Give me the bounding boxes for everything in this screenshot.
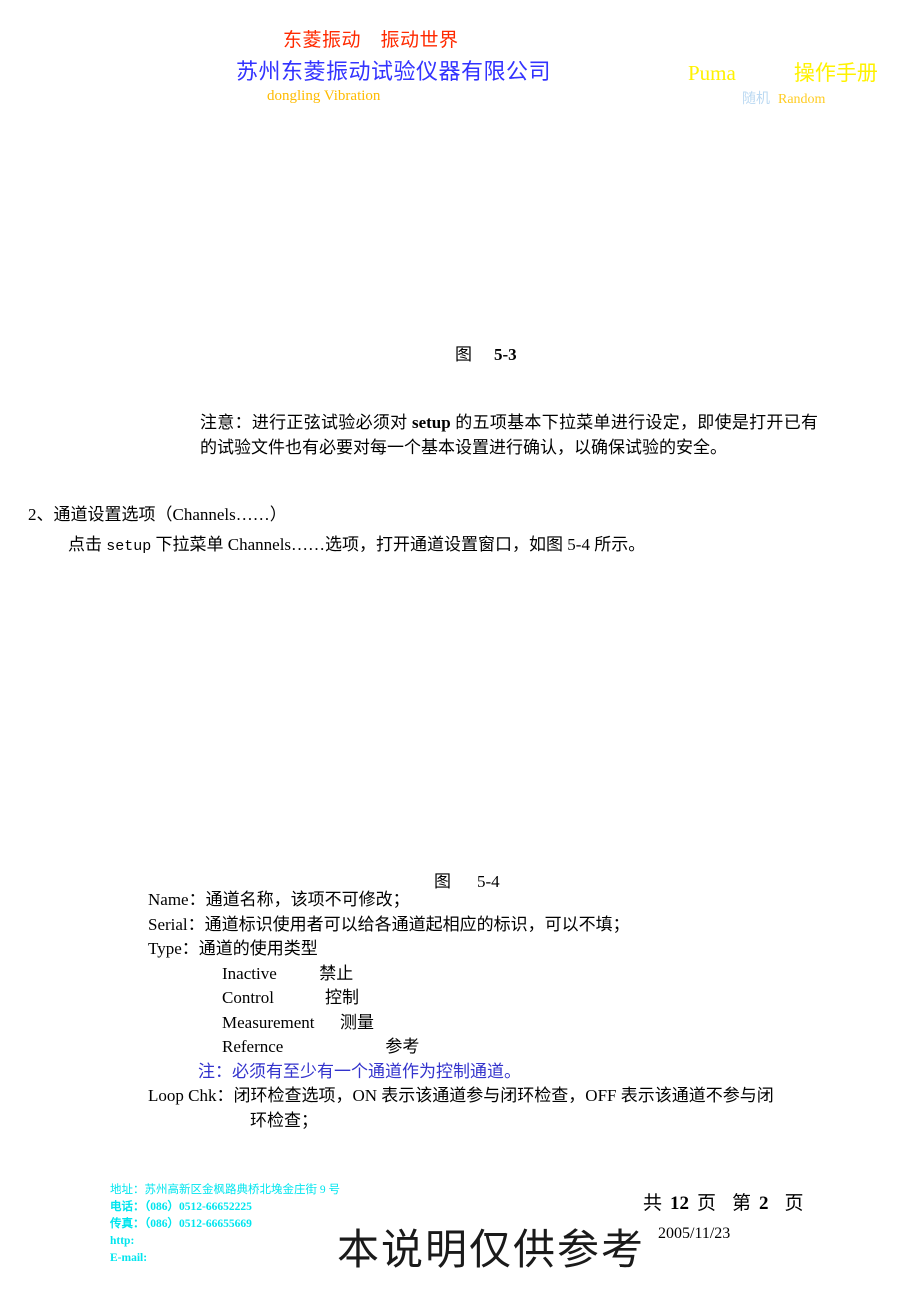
section-body-setup-keyword: setup: [106, 538, 152, 555]
figure-5-3-label: 图: [455, 345, 472, 364]
footer-page-numbering: 共 12 页第 2 页: [643, 1188, 804, 1215]
footer-watermark: 本说明仅供参考: [337, 1225, 646, 1274]
type-option-control: Control 控制: [222, 988, 359, 1007]
note-paragraph: 注意：进行正弦试验必须对 setup 的五项基本下拉菜单进行设定，即使是打开已有…: [200, 410, 818, 460]
section-body-middle: 下拉菜单: [151, 535, 228, 554]
definition-loop-chk-label: Loop Chk：: [148, 1086, 234, 1105]
footer-fax: 传真：（086）0512-66655669: [110, 1218, 252, 1230]
header-company-name-cn: 苏州东菱振动试验仪器有限公司: [236, 59, 552, 84]
definition-loop-chk-continued: 环检查；: [250, 1110, 318, 1130]
type-control-channel-note: 注：必须有至少有一个通道作为控制通道。: [198, 1061, 521, 1081]
type-option-inactive: Inactive 禁止: [222, 963, 354, 983]
section-heading-channels: 2、通道设置选项（Channels……）: [28, 505, 287, 524]
definition-type: Type：通道的使用类型: [148, 939, 318, 958]
section-body-before: 点击: [68, 535, 107, 554]
header-manual-label: 操作手册: [793, 61, 878, 85]
section-body-channels-keyword: Channels……: [227, 535, 326, 554]
definition-loop-chk-text: 闭环检查选项，ON 表示该通道参与闭环检查，OFF 表示该通道不参与闭: [233, 1086, 774, 1105]
footer-current-number: 2: [759, 1193, 769, 1214]
type-option-refernce: Refernce 参考: [222, 1037, 420, 1056]
header-slogan: 东菱振动 振动世界: [283, 30, 459, 51]
figure-5-3-number: 5-3: [494, 345, 517, 364]
footer-total-count: 12: [670, 1193, 690, 1214]
footer-contact-block: 地址：苏州高新区金枫路典桥北堍金庄街 9 号 电话：（086）0512-6665…: [110, 1182, 340, 1267]
note-prefix: 注意：进行正弦试验必须对: [200, 413, 412, 432]
footer-phone: 电话：（086）0512-66652225: [110, 1201, 252, 1213]
definition-loop-chk: Loop Chk：闭环检查选项，ON 表示该通道参与闭环检查，OFF 表示该通道…: [148, 1084, 863, 1133]
footer-address: 地址：苏州高新区金枫路典桥北堍金庄街 9 号: [110, 1184, 340, 1196]
type-option-measurement: Measurement 测量: [222, 1012, 375, 1032]
page-header: 东菱振动 振动世界 苏州东菱振动试验仪器有限公司 dongling Vibrat…: [0, 0, 920, 120]
header-mode-en: Random: [778, 92, 826, 107]
footer-current-label: 第: [732, 1193, 752, 1214]
definition-serial: Serial：通道标识使用者可以给各通道起相应的标识，可以不填；: [148, 914, 630, 934]
section-body-after: 选项，打开通道设置窗口，如图 5-4 所示。: [325, 535, 646, 554]
header-mode: 随机 Random: [742, 88, 825, 108]
note-keyword: setup: [411, 413, 451, 432]
footer-current-unit: 页: [784, 1193, 804, 1214]
footer-date: 2005/11/23: [658, 1225, 731, 1242]
document-page: 东菱振动 振动世界 苏州东菱振动试验仪器有限公司 dongling Vibrat…: [0, 0, 920, 1303]
channel-field-definitions: Name：通道名称，该项不可修改； Serial：通道标识使用者可以给各通道起相…: [148, 888, 868, 1133]
header-company-name-en: dongling Vibration: [267, 88, 381, 104]
definition-name: Name：通道名称，该项不可修改；: [148, 890, 410, 909]
figure-5-3-caption: 图 5-3: [455, 340, 517, 365]
header-product-name: Puma: [688, 61, 736, 85]
footer-total-label: 共: [643, 1193, 663, 1214]
footer-total-unit: 页: [697, 1193, 717, 1214]
footer-http: http:: [110, 1235, 135, 1247]
footer-email: E-mail:: [110, 1252, 148, 1264]
header-mode-cn: 随机: [742, 92, 770, 107]
header-product-title: Puma 操作手册: [688, 57, 878, 87]
section-body-channels: 点击 setup 下拉菜单 Channels……选项，打开通道设置窗口，如图 5…: [68, 530, 645, 555]
